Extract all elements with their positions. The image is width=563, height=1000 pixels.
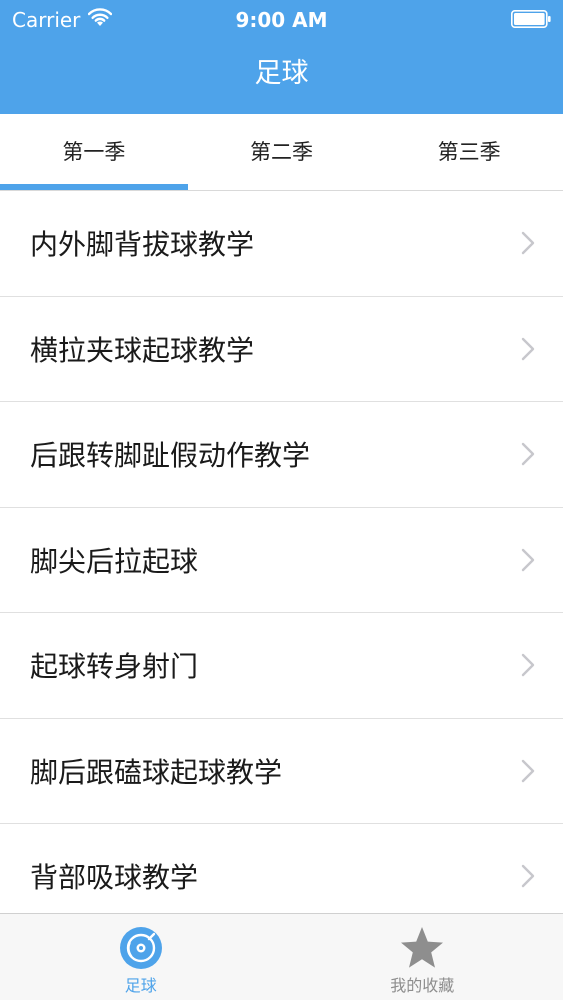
- tabbar-label-football: 足球: [124, 976, 157, 995]
- tab-season-2[interactable]: 第二季: [188, 114, 376, 190]
- season-tabs: 第一季 第二季 第三季: [0, 114, 563, 191]
- chevron-right-icon: [521, 232, 535, 255]
- list-item[interactable]: 背部吸球教学: [0, 824, 563, 913]
- header: Carrier 9:00 AM 足球: [0, 0, 563, 114]
- lesson-list: 内外脚背拔球教学 横拉夹球起球教学 后跟转脚趾假动作教学 脚尖后拉起球 起球转身…: [0, 191, 563, 913]
- chevron-right-icon: [521, 337, 535, 360]
- list-item-label: 内外脚背拔球教学: [30, 228, 255, 262]
- tab-season-1[interactable]: 第一季: [0, 114, 188, 190]
- status-bar: Carrier 9:00 AM: [0, 0, 563, 40]
- bottom-tab-bar: 足球 我的收藏: [0, 913, 563, 1000]
- list-item[interactable]: 起球转身射门: [0, 613, 563, 719]
- list-item-label: 后跟转脚趾假动作教学: [30, 439, 311, 473]
- app-screen: Carrier 9:00 AM 足球 第一季 第二季 第三季 内外脚背拔球教学: [0, 0, 563, 1000]
- list-item[interactable]: 后跟转脚趾假动作教学: [0, 402, 563, 508]
- list-item[interactable]: 脚后跟磕球起球教学: [0, 719, 563, 824]
- tabbar-item-favorites[interactable]: 我的收藏: [282, 914, 563, 1000]
- chevron-right-icon: [521, 759, 535, 782]
- list-item-label: 脚后跟磕球起球教学: [30, 755, 283, 789]
- chevron-right-icon: [521, 548, 535, 571]
- battery-icon: [511, 10, 551, 28]
- chevron-right-icon: [521, 865, 535, 888]
- list-item[interactable]: 横拉夹球起球教学: [0, 297, 563, 402]
- tab-selected-indicator: [0, 184, 188, 190]
- chevron-right-icon: [521, 443, 535, 466]
- chevron-right-icon: [521, 654, 535, 677]
- star-icon: [401, 927, 444, 968]
- list-item[interactable]: 脚尖后拉起球: [0, 508, 563, 613]
- list-item-label: 脚尖后拉起球: [30, 544, 199, 578]
- disc-icon: [119, 927, 162, 969]
- list-item-label: 起球转身射门: [30, 650, 199, 684]
- tab-season-3[interactable]: 第三季: [375, 114, 563, 190]
- tabbar-label-favorites: 我的收藏: [390, 976, 455, 995]
- tabbar-item-football[interactable]: 足球: [0, 914, 282, 1000]
- list-item-label: 横拉夹球起球教学: [30, 333, 255, 367]
- status-time: 9:00 AM: [235, 8, 328, 32]
- page-title: 足球: [254, 58, 309, 89]
- list-item-label: 背部吸球教学: [30, 861, 199, 895]
- list-item[interactable]: 内外脚背拔球教学: [0, 191, 563, 297]
